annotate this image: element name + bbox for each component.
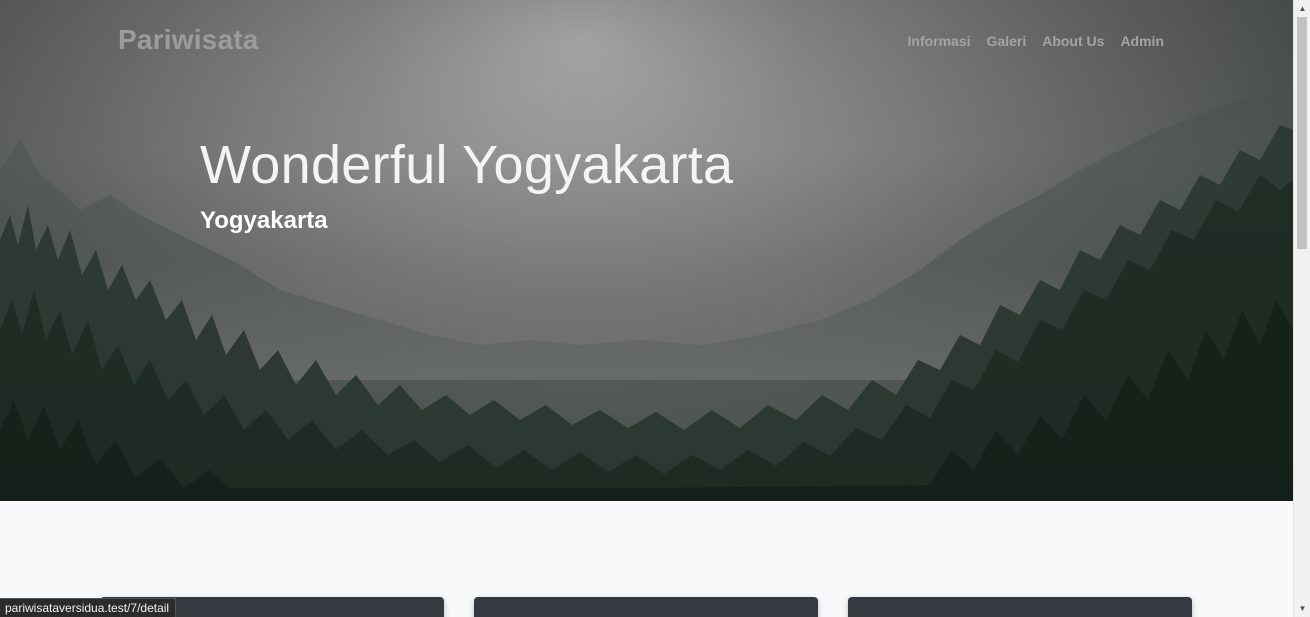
vertical-scrollbar[interactable]: ▲ ▼ <box>1293 0 1310 617</box>
nav-link-admin[interactable]: Admin <box>1120 33 1164 49</box>
link-status-bar: pariwisataversidua.test/7/detail <box>0 598 177 617</box>
destination-card[interactable] <box>848 597 1192 617</box>
nav-link-informasi[interactable]: Informasi <box>908 33 971 49</box>
nav-link-about-us[interactable]: About Us <box>1042 33 1104 49</box>
brand-logo-link[interactable]: Pariwisata <box>118 24 259 56</box>
nav-link-galeri[interactable]: Galeri <box>987 33 1027 49</box>
scroll-down-arrow-icon[interactable]: ▼ <box>1294 600 1310 617</box>
scroll-up-arrow-icon[interactable]: ▲ <box>1294 0 1310 17</box>
hero-subtitle: Yogyakarta <box>200 207 328 234</box>
scrollbar-thumb[interactable] <box>1297 17 1307 249</box>
destination-card[interactable] <box>474 597 818 617</box>
page: Wonderful Yogyakarta Yogyakarta Pariwisa… <box>0 0 1293 617</box>
hero-title: Wonderful Yogyakarta <box>200 135 734 195</box>
navbar: Pariwisata Informasi Galeri About Us Adm… <box>0 0 1293 82</box>
nav-links: Informasi Galeri About Us Admin <box>908 33 1165 49</box>
